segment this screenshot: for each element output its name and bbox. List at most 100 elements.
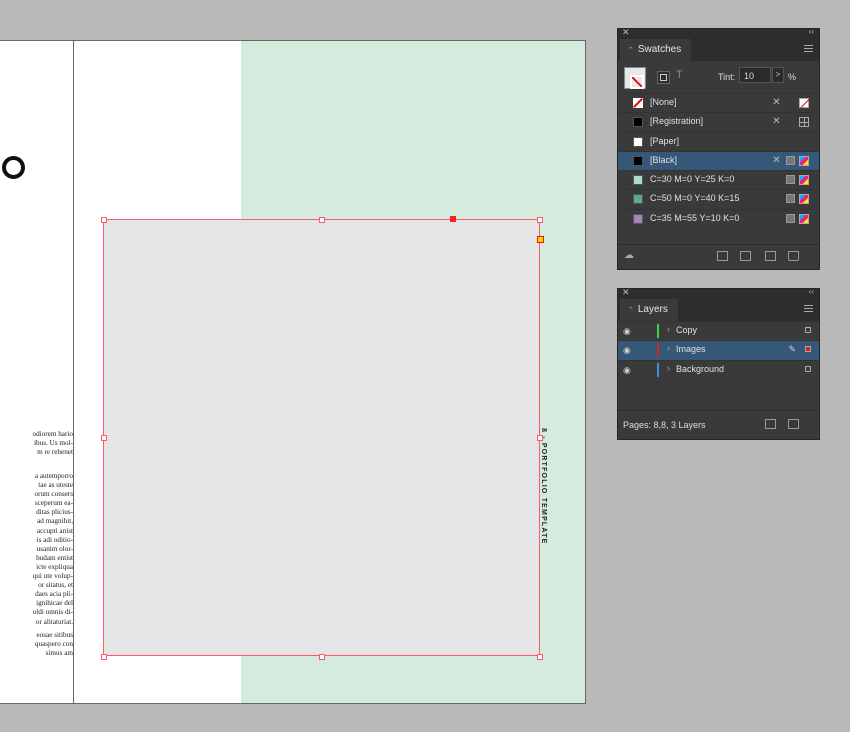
layer-color-bar bbox=[657, 324, 659, 338]
layers-tabrow: ⌃ Layers bbox=[618, 299, 819, 321]
cc-library-icon[interactable]: ☁ bbox=[624, 250, 634, 261]
layers-footer: Pages: 8,8, 3 Layers bbox=[618, 410, 819, 439]
panel-menu-icon[interactable] bbox=[804, 305, 813, 314]
swatch-name: [Registration] bbox=[650, 116, 704, 127]
swatch-name: [Paper] bbox=[650, 135, 680, 146]
tint-slider-button[interactable]: > bbox=[772, 67, 784, 83]
swatches-footer: ☁ bbox=[618, 244, 819, 269]
ring-graphic bbox=[2, 156, 25, 179]
swatches-panel: ✕ ‹‹ ⌃ Swatches T Tint: 10 > % [None] ✕ [Re… bbox=[617, 27, 820, 270]
swatch-name: [Black] bbox=[650, 154, 678, 165]
stroke-swatch[interactable] bbox=[630, 75, 644, 89]
new-swatch-icon[interactable] bbox=[765, 251, 776, 261]
swatch-color-chip bbox=[633, 155, 643, 166]
swatch-row[interactable]: [Paper] bbox=[618, 131, 819, 151]
swatch-name: [None] bbox=[650, 97, 677, 107]
none-mode-icon bbox=[799, 98, 809, 108]
swatch-row[interactable]: C=50 M=0 Y=40 K=15 bbox=[618, 189, 819, 208]
layer-selection-square[interactable] bbox=[805, 365, 811, 372]
trash-icon[interactable] bbox=[788, 419, 799, 429]
layers-panel-titlebar: ✕ ‹‹ bbox=[618, 287, 819, 299]
tint-percent: % bbox=[788, 72, 797, 82]
frame-handle-bl[interactable] bbox=[101, 654, 107, 660]
eye-icon[interactable]: ◉ bbox=[623, 327, 631, 336]
collapse-icon[interactable]: ‹‹ bbox=[809, 27, 814, 36]
locked-swatch-icon: ✕ bbox=[772, 97, 781, 108]
swatch-row[interactable]: [Black] ✕ bbox=[618, 150, 819, 171]
frame-out-port[interactable] bbox=[450, 216, 456, 222]
chevron-updown-icon: ⌃ bbox=[628, 47, 634, 54]
locked-swatch-icon: ✕ bbox=[772, 116, 781, 128]
close-icon[interactable]: ✕ bbox=[622, 287, 630, 298]
swatch-name: C=30 M=0 Y=25 K=0 bbox=[650, 174, 735, 185]
layer-row-background[interactable]: ◉ › Background bbox=[618, 359, 819, 379]
eye-icon[interactable]: ◉ bbox=[623, 346, 631, 355]
layers-status: Pages: 8,8, 3 Layers bbox=[623, 420, 706, 430]
chevron-right-icon[interactable]: › bbox=[667, 363, 670, 373]
swatch-color-chip bbox=[633, 136, 643, 147]
locked-swatch-icon: ✕ bbox=[772, 154, 781, 166]
cmyk-mode-icon bbox=[799, 213, 809, 224]
tab-layers[interactable]: ⌃ Layers bbox=[620, 299, 678, 321]
frame-handle-tr[interactable] bbox=[537, 217, 543, 223]
frame-handle-ml[interactable] bbox=[101, 435, 107, 441]
swatch-color-chip bbox=[633, 194, 643, 205]
formatting-container-icon[interactable] bbox=[657, 71, 670, 84]
layer-name: Background bbox=[676, 363, 725, 374]
left-page: odiorem hario ibus. Us mol- m re rehenet… bbox=[0, 40, 74, 704]
layer-selection-square[interactable] bbox=[805, 346, 811, 353]
tab-swatches[interactable]: ⌃ Swatches bbox=[620, 39, 692, 61]
swatch-name: C=50 M=0 Y=40 K=15 bbox=[650, 193, 740, 204]
layer-list: ◉ › Copy ◉ › Images ✎ ◉ › Background bbox=[618, 321, 819, 379]
body-text-1: odiorem hario ibus. Us mol- m re rehenet bbox=[32, 430, 73, 457]
chevron-right-icon[interactable]: › bbox=[667, 343, 670, 353]
cmyk-mode-icon bbox=[799, 175, 809, 186]
frame-handle-tc[interactable] bbox=[319, 217, 325, 223]
tint-label: Tint: bbox=[718, 72, 736, 82]
close-icon[interactable]: ✕ bbox=[622, 27, 630, 38]
swatch-row[interactable]: [Registration] ✕ bbox=[618, 112, 819, 131]
swatch-color-chip bbox=[633, 175, 643, 186]
frame-handle-tl[interactable] bbox=[101, 217, 107, 223]
layer-selection-square[interactable] bbox=[805, 327, 811, 333]
corner-options-handle[interactable] bbox=[537, 236, 544, 243]
swatch-color-chip bbox=[633, 98, 643, 108]
layer-row-images[interactable]: ◉ › Images ✎ bbox=[618, 340, 819, 360]
swatch-list: [None] ✕ [Registration] ✕ [Paper] [Black] ✕ C=3… bbox=[618, 93, 819, 228]
body-text-3: eosae sitibus quaspero con simus am bbox=[34, 631, 73, 658]
chevron-updown-icon: ⌃ bbox=[628, 307, 634, 314]
process-color-icon bbox=[786, 175, 795, 185]
tab-layers-label: Layers bbox=[637, 304, 668, 315]
chevron-right-icon[interactable]: › bbox=[667, 324, 670, 334]
swatch-row[interactable]: C=30 M=0 Y=25 K=0 bbox=[618, 170, 819, 189]
layer-row-copy[interactable]: ◉ › Copy bbox=[618, 321, 819, 340]
image-frame[interactable] bbox=[103, 219, 540, 656]
layer-name: Images bbox=[676, 344, 706, 355]
swatch-name: C=35 M=55 Y=10 K=0 bbox=[650, 212, 740, 223]
tint-input[interactable]: 10 bbox=[739, 67, 771, 83]
layers-panel: ✕ ‹‹ ⌃ Layers ◉ › Copy ◉ › Images ✎ ◉ › Background… bbox=[617, 287, 820, 440]
swatch-color-chip bbox=[633, 213, 643, 224]
swatches-panel-titlebar: ✕ ‹‹ bbox=[618, 27, 819, 39]
new-layer-icon[interactable] bbox=[765, 419, 776, 429]
frame-handle-br[interactable] bbox=[537, 654, 543, 660]
frame-handle-bc[interactable] bbox=[319, 654, 325, 660]
pen-icon: ✎ bbox=[788, 344, 796, 355]
swatch-row[interactable]: C=35 M=55 Y=10 K=0 bbox=[618, 208, 819, 228]
show-swatches-icon[interactable] bbox=[717, 251, 728, 261]
eye-icon[interactable]: ◉ bbox=[623, 365, 631, 374]
swatch-color-chip bbox=[633, 117, 643, 128]
layer-color-bar bbox=[657, 362, 659, 377]
body-text-2: a autemporro tae as uteste orum consers … bbox=[32, 472, 73, 626]
layer-name: Copy bbox=[676, 325, 698, 335]
trash-icon[interactable] bbox=[788, 251, 799, 261]
formatting-text-icon[interactable]: T bbox=[676, 69, 683, 81]
registration-mode-icon bbox=[799, 117, 809, 128]
panel-menu-icon[interactable] bbox=[804, 45, 813, 54]
new-color-group-icon[interactable] bbox=[740, 251, 751, 261]
frame-handle-mr[interactable] bbox=[537, 435, 543, 441]
process-color-icon bbox=[786, 213, 795, 223]
tab-swatches-label: Swatches bbox=[637, 44, 682, 55]
swatch-row[interactable]: [None] ✕ bbox=[618, 93, 819, 112]
collapse-icon[interactable]: ‹‹ bbox=[809, 287, 814, 296]
